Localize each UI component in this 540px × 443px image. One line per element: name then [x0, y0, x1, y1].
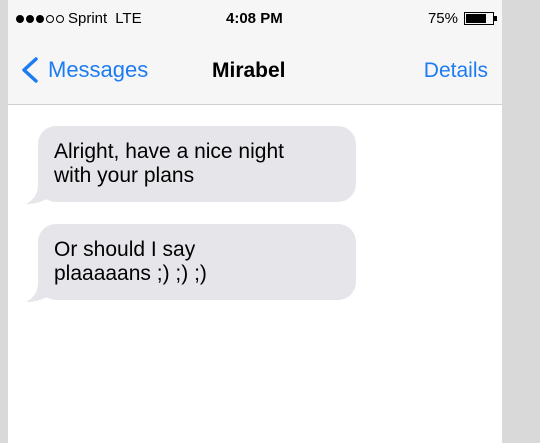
- phone-screen: Sprint LTE 4:08 PM 75% Messages Mirabel …: [8, 0, 502, 443]
- signal-dot: [16, 14, 24, 23]
- back-button-label: Messages: [48, 57, 149, 82]
- status-bar-left: Sprint LTE: [16, 10, 142, 27]
- conversation-title: Mirabel: [212, 59, 286, 82]
- details-button[interactable]: Details: [424, 59, 488, 83]
- status-bar-right: 75%: [427, 10, 497, 27]
- top-bar: Sprint LTE 4:08 PM 75% Messages Mirabel …: [8, 0, 502, 105]
- battery-level-fill: [466, 14, 486, 23]
- signal-dot: [46, 14, 54, 23]
- network-type: LTE: [115, 10, 142, 27]
- back-button[interactable]: Messages: [18, 56, 148, 84]
- signal-dot: [26, 14, 34, 23]
- message-bubble-incoming[interactable]: Alright, have a nice night with your pla…: [38, 126, 356, 202]
- status-time: 4:08 PM: [226, 10, 283, 27]
- message-bubble-incoming[interactable]: Or should I say plaaaaans ;) ;) ;): [38, 224, 356, 300]
- battery-percent: 75%: [427, 10, 458, 27]
- signal-dot: [56, 14, 64, 23]
- signal-dot: [36, 14, 44, 23]
- signal-strength-icon: [16, 14, 64, 23]
- battery-icon: [464, 12, 497, 25]
- carrier-name: Sprint: [68, 10, 108, 27]
- battery-cap: [494, 16, 497, 21]
- chevron-left-icon: [22, 57, 38, 83]
